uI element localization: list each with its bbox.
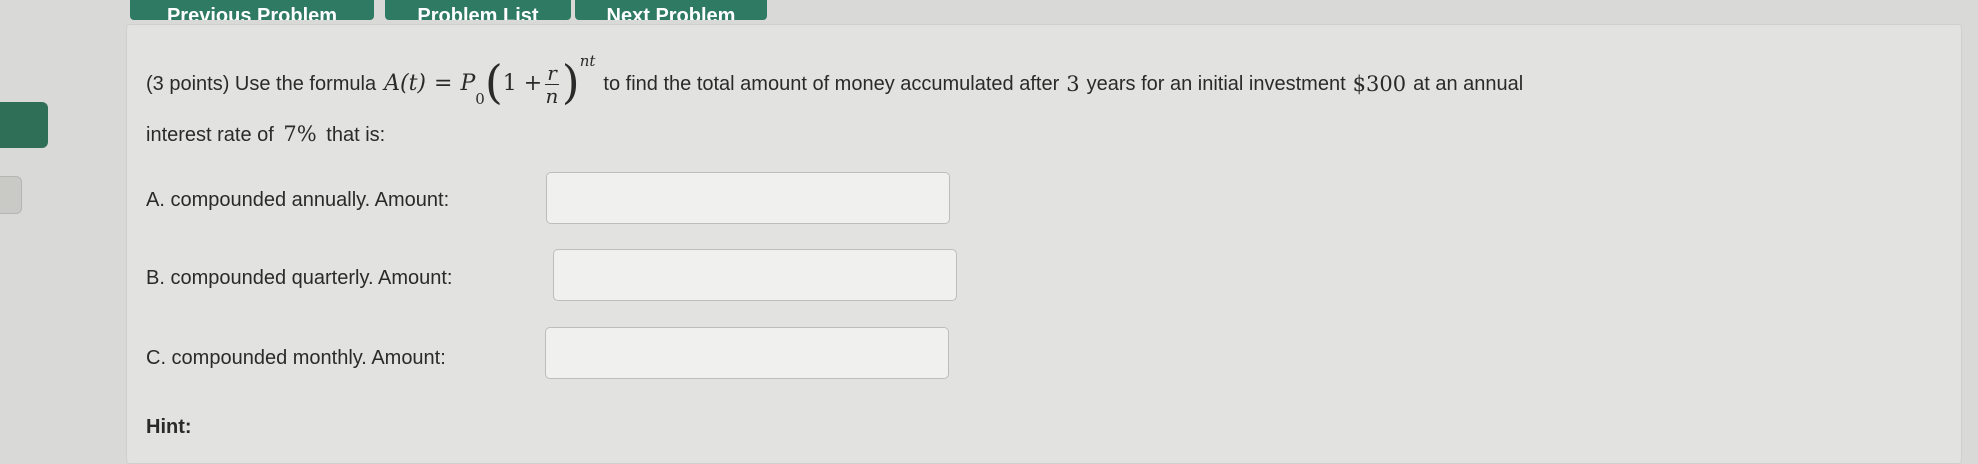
next-problem-label: Next Problem [606, 5, 736, 20]
sidebar-tab-active[interactable] [0, 102, 48, 148]
years-value: 3 [1066, 72, 1080, 96]
part-b-answer-input[interactable] [553, 249, 957, 301]
formula-lhs: A(t) [384, 71, 427, 96]
previous-problem-button[interactable]: Previous Problem [130, 0, 374, 20]
part-b-label: B. compounded quarterly. Amount: [146, 267, 453, 289]
next-problem-button[interactable]: Next Problem [575, 0, 767, 20]
question-text: (3 points) Use the formula A(t) = P 0 ( … [146, 52, 1524, 109]
part-c-answer-input[interactable] [545, 327, 949, 379]
previous-problem-label: Previous Problem [166, 5, 338, 20]
rate-value: 7% [283, 122, 317, 146]
question-text-annual: at an annual [1413, 73, 1524, 95]
formula-left-paren: ( [484, 55, 503, 109]
formula-right-paren: ) [561, 55, 580, 109]
problem-list-button[interactable]: Problem List [385, 0, 571, 20]
question-text-years: years for an initial investment [1086, 73, 1346, 95]
line2-prefix: interest rate of [146, 124, 274, 146]
question-text-after-formula: to find the total amount of money accumu… [603, 73, 1060, 95]
formula-denominator: n [545, 83, 559, 108]
hint-link[interactable]: Hint: [146, 416, 192, 439]
line2-suffix: that is: [326, 124, 386, 146]
part-a-label: A. compounded annually. Amount: [146, 189, 450, 211]
part-a-answer-input[interactable] [546, 172, 950, 224]
compound-interest-formula: A(t) = P 0 ( 1 + r n ) nt [384, 52, 595, 109]
formula-numerator: r [545, 60, 559, 85]
part-c-label: C. compounded monthly. Amount: [146, 347, 446, 369]
question-text-line2: interest rate of 7% that is: [146, 120, 385, 149]
formula-exponent: nt [579, 52, 596, 70]
formula-p: P [460, 71, 476, 96]
formula-fraction: r n [545, 62, 559, 107]
problem-list-label: Problem List [417, 5, 539, 20]
formula-equals: = [434, 71, 453, 96]
question-points: (3 points) Use the formula [146, 73, 377, 95]
formula-p-subscript: 0 [475, 90, 485, 108]
sidebar-tab[interactable] [0, 176, 22, 214]
formula-one-plus: 1 + [502, 71, 543, 96]
investment-value: $300 [1352, 72, 1407, 96]
